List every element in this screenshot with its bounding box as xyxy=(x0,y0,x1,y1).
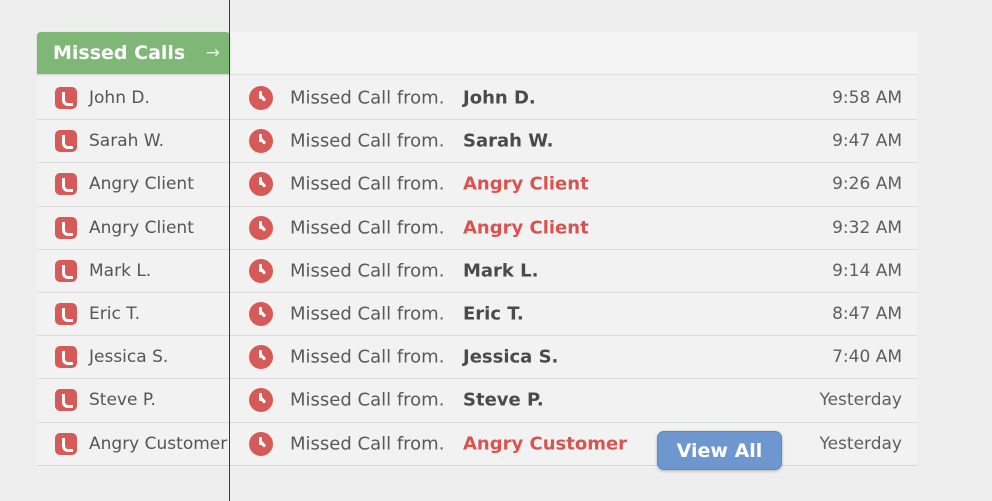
caller-short-name: Mark L. xyxy=(89,260,152,281)
clock-icon xyxy=(249,388,273,413)
call-detail-cell[interactable]: Missed Call from. Angry Customer Yesterd… xyxy=(230,423,917,465)
phone-missed-icon xyxy=(55,130,77,153)
missed-call-row[interactable]: Steve P. Missed Call from. Steve P. Yest… xyxy=(37,379,917,423)
caller-name: Eric T. xyxy=(463,303,524,325)
caller-name: Angry Customer xyxy=(463,433,628,455)
clock-icon xyxy=(249,172,273,197)
clock-icon xyxy=(249,258,273,283)
clock-icon xyxy=(249,129,273,154)
caller-short-name: Jessica S. xyxy=(89,347,169,368)
missed-call-row[interactable]: Mark L. Missed Call from. Mark L. 9:14 A… xyxy=(37,250,917,293)
clock-icon xyxy=(249,302,273,327)
caller-name: Jessica S. xyxy=(463,346,559,368)
column-divider xyxy=(229,0,230,501)
caller-cell[interactable]: Steve P. xyxy=(37,379,229,421)
clock-icon xyxy=(249,345,273,370)
call-detail-cell[interactable]: Missed Call from. Angry Client 9:32 AM xyxy=(230,207,917,249)
clock-icon xyxy=(249,86,273,111)
caller-cell[interactable]: Angry Client xyxy=(37,207,229,249)
call-time: 9:26 AM xyxy=(832,174,902,195)
caller-short-name: Sarah W. xyxy=(89,131,165,152)
call-time: 7:40 AM xyxy=(832,347,902,368)
call-time: 9:14 AM xyxy=(832,260,902,281)
missed-call-message: Missed Call from. xyxy=(290,87,445,109)
missed-call-message: Missed Call from. xyxy=(290,346,445,368)
call-time: Yesterday xyxy=(819,433,902,454)
caller-name: Sarah W. xyxy=(463,130,554,152)
phone-missed-icon xyxy=(55,432,77,455)
phone-missed-icon xyxy=(55,303,77,326)
caller-short-name: Steve P. xyxy=(89,390,156,411)
missed-call-message: Missed Call from. xyxy=(290,173,445,195)
missed-call-message: Missed Call from. xyxy=(290,389,445,411)
missed-calls-header[interactable]: Missed Calls → xyxy=(37,32,230,74)
missed-call-message: Missed Call from. xyxy=(290,217,445,239)
phone-missed-icon xyxy=(55,173,77,196)
caller-name: Angry Client xyxy=(463,173,589,195)
missed-calls-list: John D. Missed Call from. John D. 9:58 A… xyxy=(37,77,917,466)
clock-icon xyxy=(249,215,273,240)
missed-call-row[interactable]: Eric T. Missed Call from. Eric T. 8:47 A… xyxy=(37,293,917,337)
caller-name: Steve P. xyxy=(463,389,544,411)
call-time: 8:47 AM xyxy=(832,304,902,325)
caller-name: Mark L. xyxy=(463,260,539,282)
call-detail-cell[interactable]: Missed Call from. Sarah W. 9:47 AM xyxy=(230,120,917,162)
call-detail-cell[interactable]: Missed Call from. Angry Client 9:26 AM xyxy=(230,163,917,205)
call-detail-cell[interactable]: Missed Call from. John D. 9:58 AM xyxy=(230,77,917,119)
caller-name: Angry Client xyxy=(463,217,589,239)
phone-missed-icon xyxy=(55,87,77,110)
call-time: 9:58 AM xyxy=(832,88,902,109)
call-time: 9:47 AM xyxy=(832,131,902,152)
missed-call-message: Missed Call from. xyxy=(290,130,445,152)
caller-short-name: John D. xyxy=(89,88,150,109)
call-detail-cell[interactable]: Missed Call from. Eric T. 8:47 AM xyxy=(230,293,917,335)
header-title: Missed Calls xyxy=(53,42,186,64)
caller-cell[interactable]: John D. xyxy=(37,77,229,119)
missed-call-row[interactable]: Sarah W. Missed Call from. Sarah W. 9:47… xyxy=(37,120,917,164)
caller-short-name: Eric T. xyxy=(89,304,140,325)
missed-call-message: Missed Call from. xyxy=(290,433,445,455)
call-detail-cell[interactable]: Missed Call from. Steve P. Yesterday xyxy=(230,379,917,421)
missed-call-row[interactable]: Angry Client Missed Call from. Angry Cli… xyxy=(37,163,917,207)
caller-cell[interactable]: Angry Client xyxy=(37,163,229,205)
missed-call-message: Missed Call from. xyxy=(290,303,445,325)
missed-call-row[interactable]: Jessica S. Missed Call from. Jessica S. … xyxy=(37,336,917,380)
caller-short-name: Angry Customer xyxy=(89,433,228,454)
caller-cell[interactable]: Angry Customer xyxy=(37,423,229,465)
missed-call-row[interactable]: Angry Customer Missed Call from. Angry C… xyxy=(37,423,917,466)
phone-missed-icon xyxy=(55,259,77,282)
caller-cell[interactable]: Sarah W. xyxy=(37,120,229,162)
caller-name: John D. xyxy=(463,87,536,109)
missed-call-row[interactable]: John D. Missed Call from. John D. 9:58 A… xyxy=(37,77,917,121)
call-time: 9:32 AM xyxy=(832,217,902,238)
missed-call-row[interactable]: Angry Client Missed Call from. Angry Cli… xyxy=(37,207,917,250)
missed-call-message: Missed Call from. xyxy=(290,260,445,282)
clock-icon xyxy=(249,431,273,456)
call-detail-cell[interactable]: Missed Call from. Jessica S. 7:40 AM xyxy=(230,336,917,378)
caller-short-name: Angry Client xyxy=(89,217,194,238)
caller-short-name: Angry Client xyxy=(89,174,194,195)
phone-missed-icon xyxy=(55,216,77,239)
view-all-button[interactable]: View All xyxy=(657,431,782,470)
caller-cell[interactable]: Mark L. xyxy=(37,250,229,292)
phone-missed-icon xyxy=(55,389,77,412)
call-time: Yesterday xyxy=(819,390,902,411)
call-detail-cell[interactable]: Missed Call from. Mark L. 9:14 AM xyxy=(230,250,917,292)
caller-cell[interactable]: Jessica S. xyxy=(37,336,229,378)
phone-missed-icon xyxy=(55,346,77,369)
caller-cell[interactable]: Eric T. xyxy=(37,293,229,335)
arrow-right-icon[interactable]: → xyxy=(206,43,220,63)
header-strip xyxy=(230,32,917,75)
